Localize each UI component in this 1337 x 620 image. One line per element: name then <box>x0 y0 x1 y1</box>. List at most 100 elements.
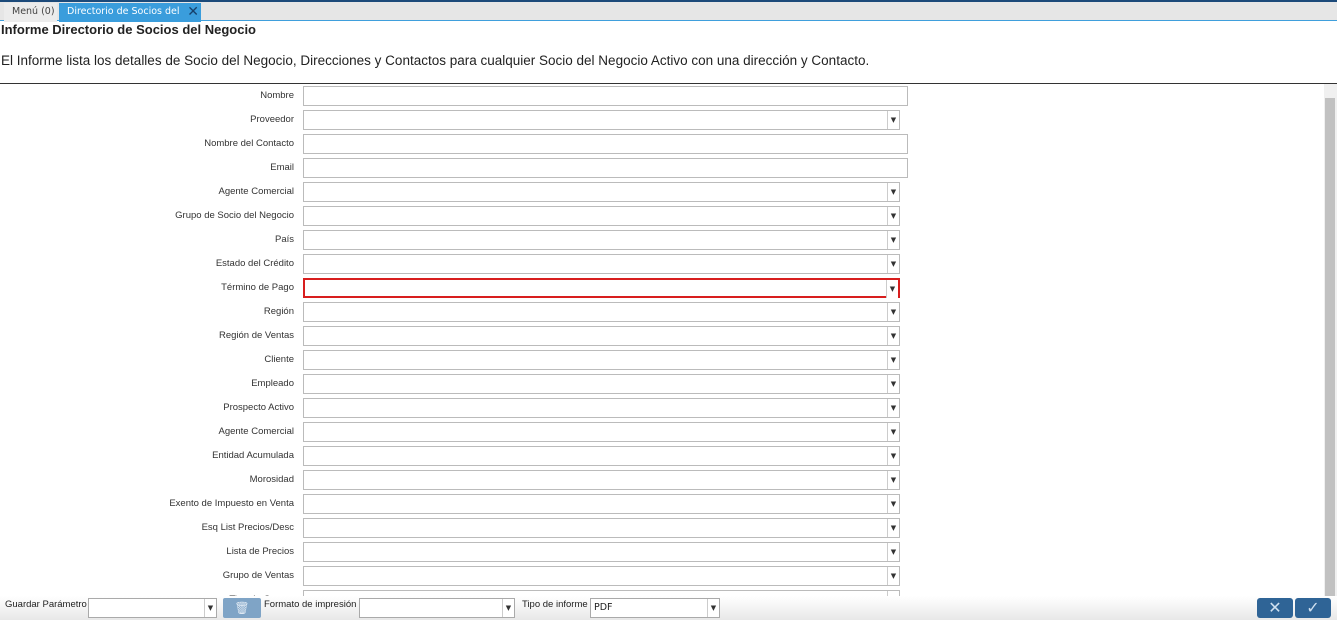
caret-down-icon[interactable]: ▼ <box>887 255 899 273</box>
caret-down-icon[interactable]: ▼ <box>502 599 514 617</box>
field-row: Agente Comercial ▼ <box>0 421 1300 443</box>
caret-down-icon[interactable]: ▼ <box>887 375 899 393</box>
field-row: Región de Ventas ▼ <box>0 325 1300 347</box>
field-row: Esq List Precios/Desc ▼ <box>0 517 1300 539</box>
caret-down-icon[interactable]: ▼ <box>887 111 899 129</box>
field-label: Región de Ventas <box>218 330 294 341</box>
field-row: Tipo de Cuenta ▼ <box>0 589 1300 596</box>
field-label: País <box>274 234 294 245</box>
cancel-button[interactable]: ✕ <box>1257 598 1293 618</box>
field-label: Esq List Precios/Desc <box>201 522 294 533</box>
parameter-form: Nombre Proveedor ▼ Nombre del Contacto Em… <box>0 84 1323 596</box>
save-param-label: Guardar Parámetro <box>5 599 87 610</box>
tab-bar: Menú (0) Directorio de Socios del Ne... ✕ <box>0 0 1337 35</box>
field-label: Proveedor <box>250 114 294 125</box>
field-row: Término de Pago ▼ <box>0 277 1300 299</box>
x-icon: ✕ <box>1268 598 1282 617</box>
agente-comercial-combo[interactable]: ▼ <box>303 422 900 442</box>
close-icon[interactable]: ✕ <box>187 3 199 21</box>
field-label: Agente Comercial <box>218 186 294 197</box>
print-format-combo[interactable]: ▼ <box>359 598 515 618</box>
caret-down-icon[interactable]: ▼ <box>887 567 899 585</box>
caret-down-icon[interactable]: ▼ <box>887 423 899 441</box>
cliente-combo[interactable]: ▼ <box>303 350 900 370</box>
report-type-combo[interactable]: PDF ▼ <box>590 598 720 618</box>
entidad-acumulada-combo[interactable]: ▼ <box>303 446 900 466</box>
field-row: Estado del Crédito ▼ <box>0 253 1300 275</box>
caret-down-icon[interactable]: ▼ <box>887 231 899 249</box>
field-row: Entidad Acumulada ▼ <box>0 445 1300 467</box>
report-type-label: Tipo de informe <box>522 599 588 610</box>
caret-down-icon[interactable]: ▼ <box>887 519 899 537</box>
field-row: Cliente ▼ <box>0 349 1300 371</box>
caret-down-icon[interactable]: ▼ <box>887 399 899 417</box>
caret-down-icon[interactable]: ▼ <box>887 495 899 513</box>
field-label: Nombre <box>260 90 294 101</box>
field-row: Proveedor ▼ <box>0 109 1300 131</box>
field-row: Exento de Impuesto en Venta ▼ <box>0 493 1300 515</box>
caret-down-icon[interactable]: ▼ <box>887 543 899 561</box>
field-row: Grupo de Ventas ▼ <box>0 565 1300 587</box>
page-description: El Informe lista los detalles de Socio d… <box>1 53 870 68</box>
page-title: Informe Directorio de Socios del Negocio <box>1 22 256 37</box>
field-label: Entidad Acumulada <box>212 450 294 461</box>
field-label: Estado del Crédito <box>215 258 294 269</box>
nombre-del-contacto-input[interactable] <box>303 134 908 154</box>
field-label: Región <box>263 306 294 317</box>
field-label: Exento de Impuesto en Venta <box>169 498 294 509</box>
grupo-de-ventas-combo[interactable]: ▼ <box>303 566 900 586</box>
field-row: Región ▼ <box>0 301 1300 323</box>
estado-del-credito-combo[interactable]: ▼ <box>303 254 900 274</box>
caret-down-icon[interactable]: ▼ <box>887 303 899 321</box>
caret-down-icon[interactable]: ▼ <box>887 351 899 369</box>
caret-down-icon[interactable]: ▼ <box>887 471 899 489</box>
field-row: Nombre del Contacto <box>0 133 1300 155</box>
region-combo[interactable]: ▼ <box>303 302 900 322</box>
field-label: Empleado <box>251 378 294 389</box>
field-row: Empleado ▼ <box>0 373 1300 395</box>
field-row: Lista de Precios ▼ <box>0 541 1300 563</box>
scrollbar-thumb[interactable] <box>1325 98 1335 613</box>
field-row: Nombre <box>0 85 1300 107</box>
exento-de-impuesto-en-venta-combo[interactable]: ▼ <box>303 494 900 514</box>
caret-down-icon[interactable]: ▼ <box>887 207 899 225</box>
esq-list-precios-desc-combo[interactable]: ▼ <box>303 518 900 538</box>
agente-comercial-combo[interactable]: ▼ <box>303 182 900 202</box>
caret-down-icon[interactable]: ▼ <box>887 327 899 345</box>
email-input[interactable] <box>303 158 908 178</box>
proveedor-combo[interactable]: ▼ <box>303 110 900 130</box>
region-de-ventas-combo[interactable]: ▼ <box>303 326 900 346</box>
caret-down-icon[interactable]: ▼ <box>707 599 719 617</box>
prospecto-activo-combo[interactable]: ▼ <box>303 398 900 418</box>
field-label: Agente Comercial <box>218 426 294 437</box>
field-label: Lista de Precios <box>226 546 294 557</box>
field-row: Grupo de Socio del Negocio ▼ <box>0 205 1300 227</box>
save-param-combo[interactable]: ▼ <box>88 598 217 618</box>
caret-down-icon[interactable]: ▼ <box>887 447 899 465</box>
caret-down-icon[interactable]: ▼ <box>887 183 899 201</box>
nombre-input[interactable] <box>303 86 908 106</box>
lista-de-precios-combo[interactable]: ▼ <box>303 542 900 562</box>
field-row: Agente Comercial ▼ <box>0 181 1300 203</box>
field-label: Término de Pago <box>221 282 294 293</box>
morosidad-combo[interactable]: ▼ <box>303 470 900 490</box>
field-row: Morosidad ▼ <box>0 469 1300 491</box>
field-label: Grupo de Ventas <box>222 570 294 581</box>
caret-down-icon[interactable]: ▼ <box>204 599 216 617</box>
delete-button[interactable]: 🗑 <box>223 598 261 618</box>
field-label: Email <box>270 162 294 173</box>
report-type-value: PDF <box>594 602 613 613</box>
field-label: Prospecto Activo <box>223 402 294 413</box>
empleado-combo[interactable]: ▼ <box>303 374 900 394</box>
pais-combo[interactable]: ▼ <box>303 230 900 250</box>
termino-de-pago-combo[interactable]: ▼ <box>303 278 900 298</box>
scrollbar[interactable] <box>1324 84 1337 613</box>
grupo-de-socio-del-negocio-combo[interactable]: ▼ <box>303 206 900 226</box>
field-row: Email <box>0 157 1300 179</box>
tab-report[interactable]: Directorio de Socios del Ne... ✕ <box>59 3 201 35</box>
field-label: Grupo de Socio del Negocio <box>175 210 294 221</box>
tab-menu[interactable]: Menú (0) <box>4 3 57 22</box>
caret-down-icon[interactable]: ▼ <box>886 280 898 298</box>
footer: Guardar Parámetro ▼ 🗑 Formato de impresi… <box>0 596 1337 620</box>
ok-button[interactable]: ✓ <box>1295 598 1331 618</box>
